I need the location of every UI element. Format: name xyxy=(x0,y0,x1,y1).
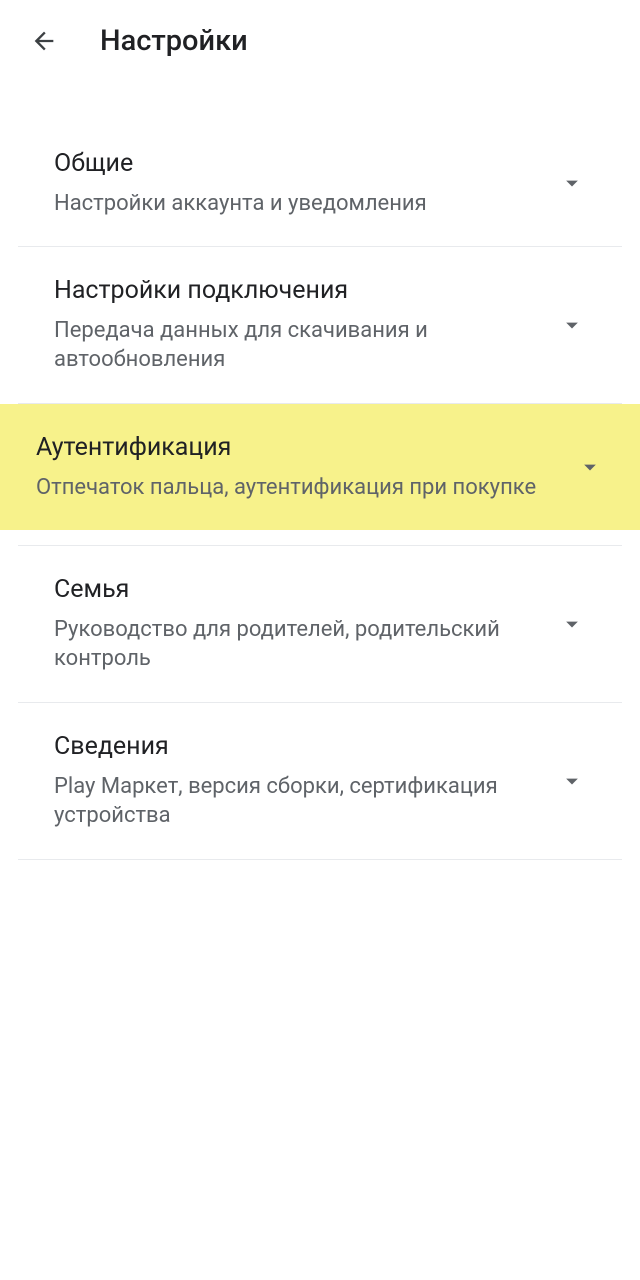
chevron-down-icon xyxy=(558,767,586,795)
app-header: Настройки xyxy=(0,0,640,90)
settings-item-subtitle: Отпечаток пальца, аутентификация при пок… xyxy=(36,473,552,503)
settings-item-authentication[interactable]: Аутентификация Отпечаток пальца, аутенти… xyxy=(0,404,640,530)
arrow-left-icon xyxy=(30,27,58,55)
settings-item-subtitle: Передача данных для скачивания и автообн… xyxy=(54,316,534,375)
chevron-down-icon xyxy=(558,610,586,638)
settings-item-about[interactable]: Сведения Play Маркет, версия сборки, сер… xyxy=(18,703,622,860)
settings-item-content: Семья Руководство для родителей, родител… xyxy=(54,574,558,674)
settings-item-title: Общие xyxy=(54,148,534,181)
settings-item-title: Настройки подключения xyxy=(54,275,534,308)
chevron-down-icon xyxy=(558,311,586,339)
settings-item-title: Семья xyxy=(54,574,534,607)
settings-item-subtitle: Руководство для родителей, родительский … xyxy=(54,615,534,674)
chevron-down-icon xyxy=(558,169,586,197)
divider xyxy=(18,530,622,546)
settings-item-content: Сведения Play Маркет, версия сборки, сер… xyxy=(54,731,558,831)
chevron-down-icon xyxy=(576,453,604,481)
settings-item-content: Аутентификация Отпечаток пальца, аутенти… xyxy=(36,432,576,502)
page-title: Настройки xyxy=(100,24,248,58)
settings-item-title: Аутентификация xyxy=(36,432,552,465)
settings-item-content: Общие Настройки аккаунта и уведомления xyxy=(54,148,558,218)
settings-list: Общие Настройки аккаунта и уведомления Н… xyxy=(0,90,640,860)
settings-item-general[interactable]: Общие Настройки аккаунта и уведомления xyxy=(18,120,622,247)
settings-item-content: Настройки подключения Передача данных дл… xyxy=(54,275,558,375)
settings-item-network[interactable]: Настройки подключения Передача данных дл… xyxy=(18,247,622,404)
settings-item-family[interactable]: Семья Руководство для родителей, родител… xyxy=(18,546,622,703)
settings-item-subtitle: Настройки аккаунта и уведомления xyxy=(54,189,534,219)
settings-item-subtitle: Play Маркет, версия сборки, сертификация… xyxy=(54,772,534,831)
back-button[interactable] xyxy=(28,25,60,57)
settings-item-title: Сведения xyxy=(54,731,534,764)
